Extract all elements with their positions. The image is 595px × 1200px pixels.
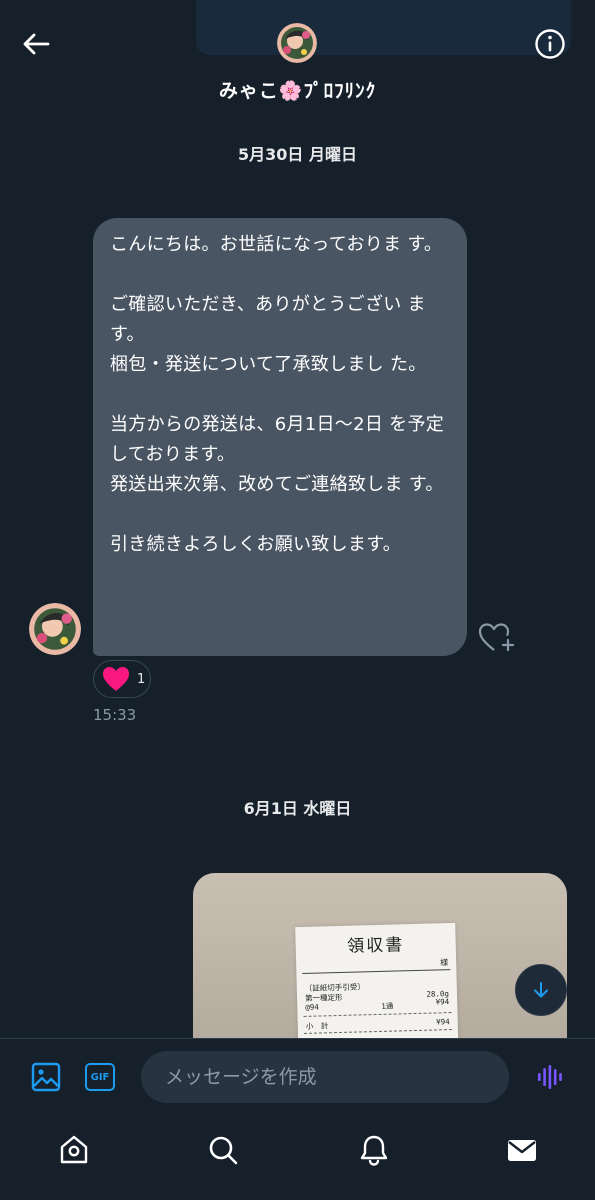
avatar-icon bbox=[277, 23, 317, 63]
message-line: 発送出来次第、改めてご連絡致しま す。 bbox=[110, 474, 444, 495]
message-line: 梱包・発送について了承致しまし た。 bbox=[110, 354, 427, 375]
search-icon bbox=[209, 1136, 238, 1165]
bell-icon bbox=[360, 1135, 388, 1166]
receipt-item-price: ¥94 bbox=[435, 997, 450, 1007]
add-reaction-button[interactable] bbox=[476, 618, 516, 658]
contact-name[interactable]: みゃこ🌸ﾌﾟﾛﾌﾘﾝｸ bbox=[0, 76, 595, 103]
voice-message-button[interactable] bbox=[532, 1059, 568, 1095]
receipt-sama: 様 bbox=[440, 958, 449, 968]
date-separator: 6月1日 水曜日 bbox=[243, 799, 352, 818]
home-icon bbox=[60, 1135, 88, 1164]
message-bubble[interactable]: こんにちは。お世話になっておりま す。 ご確認いただき、ありがとうござい ます。… bbox=[93, 218, 467, 656]
image-button[interactable] bbox=[28, 1059, 64, 1095]
arrow-left-icon bbox=[23, 33, 50, 55]
scroll-to-bottom-button[interactable] bbox=[515, 964, 567, 1016]
avatar-icon bbox=[29, 603, 81, 655]
message-line: 当方からの発送は、6月1日〜2日 を予定しております。 bbox=[110, 414, 445, 465]
receipt: 領収書 様 〔証紙切手引受〕 第一種定形 28.0g @94 1通 ¥94 小 … bbox=[295, 922, 459, 1048]
receipt-rule bbox=[302, 969, 451, 974]
receipt-item-unit: @94 bbox=[305, 1002, 319, 1012]
receipt-item-qty: 1通 bbox=[381, 1001, 394, 1011]
date-separator: 5月30日 月曜日 bbox=[238, 145, 357, 164]
nav-notifications[interactable] bbox=[352, 1128, 396, 1172]
message-input[interactable] bbox=[141, 1051, 509, 1103]
bottom-navigation bbox=[0, 1116, 595, 1200]
info-icon bbox=[535, 29, 565, 59]
sender-avatar[interactable] bbox=[29, 603, 81, 655]
info-button[interactable] bbox=[528, 22, 572, 66]
heart-icon bbox=[103, 667, 129, 691]
back-button[interactable] bbox=[14, 24, 58, 64]
image-icon bbox=[31, 1062, 61, 1092]
nav-home[interactable] bbox=[52, 1128, 96, 1172]
message-line: こんにちは。お世話になっておりま す。 bbox=[110, 234, 443, 255]
reaction-badge[interactable]: 1 bbox=[93, 660, 151, 698]
message-line: ご確認いただき、ありがとうござい ます。 bbox=[110, 294, 426, 345]
gif-icon: GIF bbox=[85, 1063, 115, 1091]
message-composer: GIF bbox=[0, 1038, 595, 1117]
reaction-count: 1 bbox=[137, 671, 146, 687]
message-line: 引き続きよろしくお願い致します。 bbox=[110, 534, 401, 555]
receipt-dashed-rule bbox=[303, 1012, 452, 1017]
heart-plus-icon bbox=[478, 623, 515, 652]
arrow-down-icon bbox=[534, 982, 548, 998]
nav-search[interactable] bbox=[201, 1128, 245, 1172]
conversation-header: みゃこ🌸ﾌﾟﾛﾌﾘﾝｸ bbox=[0, 0, 595, 110]
receipt-subtotal-label: 小 計 bbox=[305, 1021, 329, 1031]
mail-icon bbox=[508, 1140, 536, 1161]
voice-wave-icon bbox=[538, 1065, 562, 1089]
receipt-subtotal-value: ¥94 bbox=[436, 1017, 450, 1027]
contact-avatar[interactable] bbox=[277, 23, 317, 63]
gif-button[interactable]: GIF bbox=[82, 1059, 118, 1095]
nav-messages[interactable] bbox=[500, 1128, 544, 1172]
message-timestamp: 15:33 bbox=[93, 706, 137, 724]
receipt-photo[interactable]: 領収書 様 〔証紙切手引受〕 第一種定形 28.0g @94 1通 ¥94 小 … bbox=[193, 873, 567, 1048]
receipt-title: 領収書 bbox=[346, 935, 405, 957]
